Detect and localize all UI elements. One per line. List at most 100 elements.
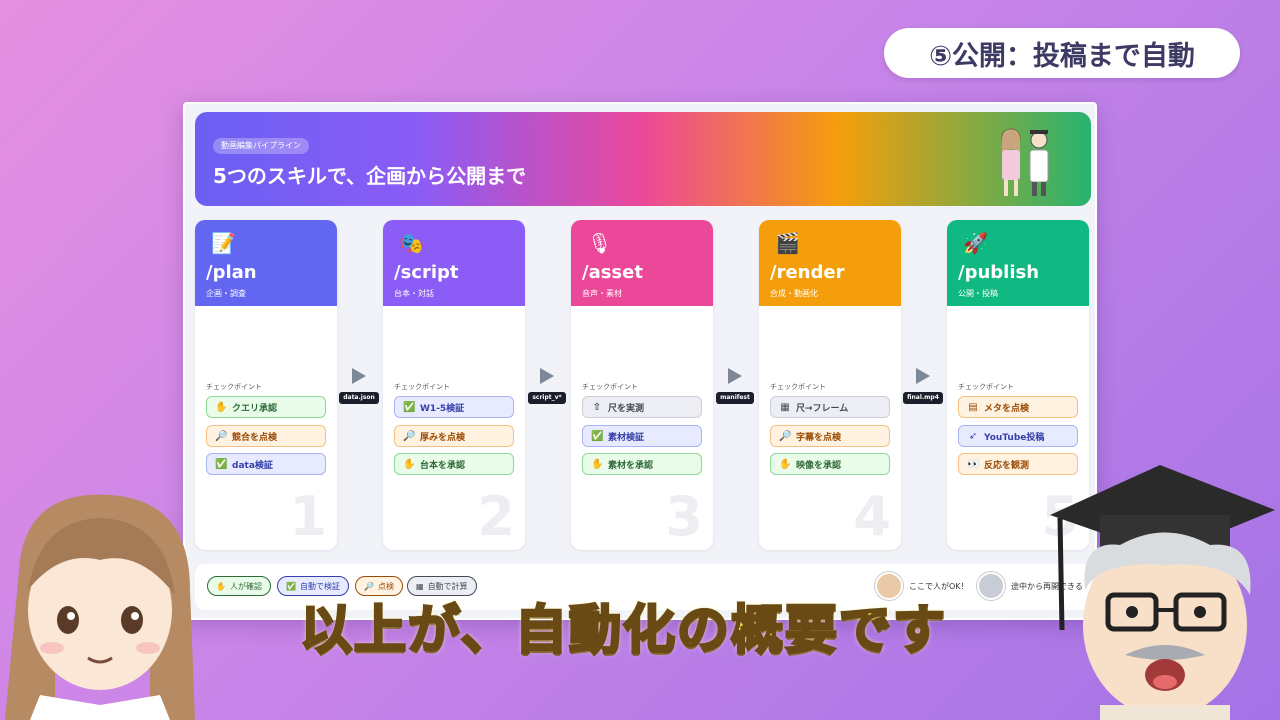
artifact-label: manifest xyxy=(716,392,754,404)
check-icon: ✅ xyxy=(286,581,296,591)
stage-card-header: 🎭 /script 台本・対話 xyxy=(383,220,525,306)
legend-chip: ✋ 人が確認 xyxy=(207,576,271,596)
clapperboard-icon: 🎬 xyxy=(775,231,800,255)
chip-text: 字幕を点検 xyxy=(796,432,842,443)
stage-card-render: 🎬 /render 合成・動画化 チェックポイント ▦ 尺→フレーム 🔎 字幕を点検… xyxy=(759,220,901,550)
check-icon: ✅ xyxy=(215,458,228,470)
hand-icon: ✋ xyxy=(215,401,228,413)
check-icon: ✅ xyxy=(403,401,416,413)
hand-icon: ✋ xyxy=(403,458,416,470)
document-icon: ▤ xyxy=(968,401,978,413)
artifact-label: script_v* xyxy=(528,392,566,404)
arrow-right-icon xyxy=(916,368,930,384)
stage-card-header: 🚀 /publish 公開・投稿 xyxy=(947,220,1089,306)
microphone-icon: 🎙 xyxy=(587,231,613,255)
checkpoint-chip: ✅ 素材検証 xyxy=(582,425,702,447)
checkpoint-chip: ⇧ 尺を実測 xyxy=(582,396,702,418)
chip-text: メタを点検 xyxy=(984,403,1030,414)
arrow-right-icon xyxy=(352,368,366,384)
stage-card-header: 🎬 /render 合成・動画化 xyxy=(759,220,901,306)
magnifier-icon: 🔎 xyxy=(779,430,792,442)
checkpoint-label: チェックポイント xyxy=(206,383,262,391)
flow-arrow: script_v* xyxy=(527,368,567,404)
chip-text: W1-5検証 xyxy=(420,403,465,414)
checkpoint-chip: 🔎 厚みを点検 xyxy=(394,425,514,447)
banner-title: 5つのスキルで、企画から公開まで xyxy=(213,164,527,188)
pipeline-slide: 動画編集パイプライン 5つのスキルで、企画から公開まで 📝 /plan 企画・調… xyxy=(183,102,1097,620)
hand-icon: ✋ xyxy=(216,581,226,591)
stage-subtitle: 合成・動画化 xyxy=(770,289,818,298)
stage-number: 3 xyxy=(665,485,703,548)
magnifier-icon: 🔎 xyxy=(403,430,416,442)
magnifier-icon: 🔎 xyxy=(215,430,228,442)
chip-text: YouTube投稿 xyxy=(984,432,1045,443)
stage-subtitle: 企画・調査 xyxy=(206,289,246,298)
checkpoint-chip: ▦ 尺→フレーム xyxy=(770,396,890,418)
flow-arrow: final.mp4 xyxy=(903,368,943,404)
banner-tag: 動画編集パイプライン xyxy=(213,138,309,154)
checkpoint-label: チェックポイント xyxy=(958,383,1014,391)
arrow-right-icon xyxy=(728,368,742,384)
stage-command: /script xyxy=(394,262,459,283)
checkpoint-chip: ✋ 映像を承認 xyxy=(770,453,890,475)
checkpoint-chip: ✋ クエリ承認 xyxy=(206,396,326,418)
professor-character-illustration xyxy=(1050,465,1275,720)
checkpoint-chip: 🔎 競合を点検 xyxy=(206,425,326,447)
flow-arrow: manifest xyxy=(715,368,755,404)
legend-text: 人が確認 xyxy=(229,581,262,591)
checkpoint-chip: ✋ 素材を承認 xyxy=(582,453,702,475)
chip-text: 厚みを点検 xyxy=(420,432,466,443)
stage-subtitle: 公開・投稿 xyxy=(958,289,998,298)
step-title-pill: ⑤公開：投稿まで自動 xyxy=(884,28,1240,78)
stage-command: /publish xyxy=(958,262,1040,283)
subtitle-caption: 以上が、自動化の概要です xyxy=(299,600,947,663)
checkpoint-chip: ✅ data検証 xyxy=(206,453,326,475)
checkpoint-chip: ➶ YouTube投稿 xyxy=(958,425,1078,447)
stage-number: 1 xyxy=(289,485,327,548)
characters-mini-illustration xyxy=(1001,128,1049,196)
checkpoint-chip: ✋ 台本を承認 xyxy=(394,453,514,475)
chip-text: 反応を観測 xyxy=(984,460,1030,471)
artifact-label: data.json xyxy=(339,392,379,404)
stage-card-asset: 🎙 /asset 音声・素材 チェックポイント ⇧ 尺を実測 ✅ 素材検証 ✋ 素材を… xyxy=(571,220,713,550)
check-icon: ✅ xyxy=(591,430,604,442)
arrow-up-icon: ⇧ xyxy=(592,401,602,413)
checkpoint-chip: ✅ W1-5検証 xyxy=(394,396,514,418)
stage-command: /asset xyxy=(582,262,643,283)
stage-card-script: 🎭 /script 台本・対話 チェックポイント ✅ W1-5検証 🔎 厚みを点検 … xyxy=(383,220,525,550)
stage-command: /render xyxy=(770,262,845,283)
theater-masks-icon: 🎭 xyxy=(399,231,424,255)
stage-card-plan: 📝 /plan 企画・調査 チェックポイント ✋ クエリ承認 🔎 競合を点検 ✅ da… xyxy=(195,220,337,550)
checkpoint-chip: 🔎 字幕を点検 xyxy=(770,425,890,447)
checkpoint-label: チェックポイント xyxy=(582,383,638,391)
arrow-right-icon xyxy=(540,368,554,384)
chip-text: 台本を承認 xyxy=(420,460,466,471)
chip-text: data検証 xyxy=(232,460,273,471)
stage-number: 2 xyxy=(477,485,515,548)
calculator-icon: ▦ xyxy=(780,401,790,413)
chip-text: 競合を点検 xyxy=(232,432,278,443)
stage-subtitle: 音声・素材 xyxy=(582,289,622,298)
eyes-icon: 👀 xyxy=(967,458,980,470)
checkpoint-chip: ▤ メタを点検 xyxy=(958,396,1078,418)
girl-character-illustration xyxy=(5,494,195,720)
chip-text: 尺を実測 xyxy=(608,403,645,414)
chip-text: 尺→フレーム xyxy=(796,403,849,414)
rocket-icon: 🚀 xyxy=(963,231,988,255)
flow-arrow: data.json xyxy=(339,368,379,404)
chip-text: クエリ承認 xyxy=(232,403,278,414)
stage-number: 4 xyxy=(853,485,891,548)
chip-text: 素材を承認 xyxy=(608,460,654,471)
checkpoint-label: チェックポイント xyxy=(770,383,826,391)
stage-command: /plan xyxy=(206,262,257,283)
stage-subtitle: 台本・対話 xyxy=(394,289,434,298)
hand-icon: ✋ xyxy=(591,458,604,470)
memo-icon: 📝 xyxy=(211,231,236,255)
checkpoint-label: チェックポイント xyxy=(394,383,450,391)
avatar xyxy=(977,572,1005,600)
upload-icon: ➶ xyxy=(968,430,978,442)
chip-text: 映像を承認 xyxy=(796,460,842,471)
pipeline-banner: 動画編集パイプライン 5つのスキルで、企画から公開まで xyxy=(195,112,1091,206)
artifact-label: final.mp4 xyxy=(903,392,943,404)
stage-card-header: 🎙 /asset 音声・素材 xyxy=(571,220,713,306)
